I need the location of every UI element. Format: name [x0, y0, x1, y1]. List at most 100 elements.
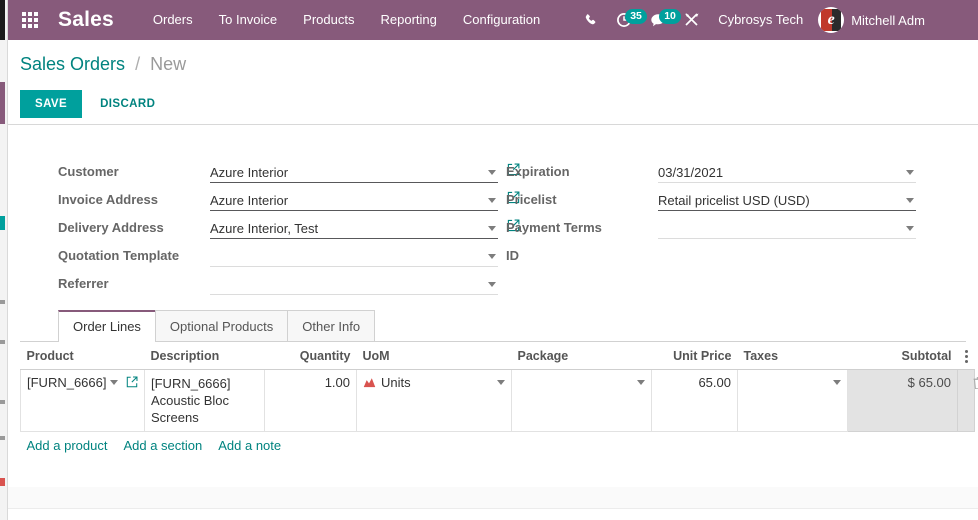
cell-description[interactable]: [FURN_6666] Acoustic Bloc Screens: [144, 369, 265, 432]
cell-uom[interactable]: Units: [356, 369, 512, 432]
notebook: Order Lines Optional Products Other Info…: [20, 310, 978, 459]
column-header-taxes: Taxes: [737, 342, 848, 370]
customer-value: Azure Interior: [210, 164, 289, 180]
menu-item-to-invoice[interactable]: To Invoice: [206, 0, 291, 40]
apps-menu-button[interactable]: [8, 0, 52, 40]
menu-item-configuration[interactable]: Configuration: [450, 0, 553, 40]
field-label-invoice-address: Invoice Address: [58, 192, 158, 207]
customer-input[interactable]: Azure Interior: [210, 162, 498, 183]
referrer-input[interactable]: [210, 274, 498, 295]
phone-icon: [583, 13, 598, 28]
form-group-left: Customer Azure Interior Invoice Address …: [58, 159, 520, 299]
cell-unit-price[interactable]: 65.00: [651, 369, 738, 432]
field-label-quotation-template: Quotation Template: [58, 248, 180, 263]
chevron-down-icon[interactable]: [488, 169, 496, 175]
order-lines-header-row: Product Description Quantity UoM Package…: [20, 342, 975, 370]
add-a-section-link[interactable]: Add a section: [123, 438, 202, 453]
gutter-dark-mark: [0, 0, 5, 40]
add-a-note-link[interactable]: Add a note: [218, 438, 281, 453]
add-a-product-link[interactable]: Add a product: [27, 438, 108, 453]
column-options-button[interactable]: [957, 342, 975, 370]
discard-button[interactable]: DISCARD: [88, 90, 167, 118]
phone-button[interactable]: [573, 0, 607, 40]
forecast-chart-icon[interactable]: [363, 376, 376, 391]
field-row-referrer: Referrer: [58, 271, 498, 299]
gutter-gray-mark: [0, 300, 5, 304]
messages-button[interactable]: 10: [641, 0, 681, 40]
quantity-value: 1.00: [324, 375, 350, 390]
cell-delete[interactable]: [957, 369, 978, 432]
chevron-down-icon[interactable]: [488, 225, 496, 231]
cell-subtotal: $ 65.00: [847, 369, 958, 432]
chevron-down-icon[interactable]: [906, 197, 914, 203]
avatar-letter: e: [827, 11, 835, 28]
navbar-systray: 35 10 Cybrosys Tech e Mitchell Adm: [573, 0, 925, 40]
id-value: [658, 246, 916, 267]
chevron-down-icon[interactable]: [488, 281, 496, 287]
chevron-down-icon[interactable]: [110, 380, 119, 385]
field-label-referrer: Referrer: [58, 276, 109, 291]
tab-optional-products[interactable]: Optional Products: [154, 310, 289, 341]
company-switcher[interactable]: Cybrosys Tech: [709, 0, 812, 40]
description-value: [FURN_6666] Acoustic Bloc Screens: [151, 376, 231, 425]
field-row-id: ID: [506, 243, 916, 271]
debug-menu-button[interactable]: [675, 0, 709, 40]
gutter-gray-mark: [0, 400, 5, 404]
app-brand-title[interactable]: Sales: [58, 8, 114, 32]
quotation-template-input[interactable]: [210, 246, 498, 267]
form-sheet: Customer Azure Interior Invoice Address …: [8, 125, 978, 520]
delivery-address-input[interactable]: Azure Interior, Test: [210, 218, 498, 239]
product-external-link-icon[interactable]: [126, 376, 138, 391]
column-header-uom: UoM: [356, 342, 512, 370]
add-links-cell: Add a product Add a section Add a note: [21, 432, 975, 460]
chevron-down-icon[interactable]: [488, 197, 496, 203]
chevron-down-icon[interactable]: [637, 380, 645, 385]
add-line-row: Add a product Add a section Add a note: [21, 432, 975, 460]
menu-item-reporting[interactable]: Reporting: [367, 0, 449, 40]
chevron-down-icon[interactable]: [906, 169, 914, 175]
field-label-customer: Customer: [58, 164, 119, 179]
cell-product[interactable]: [FURN_6666]: [20, 369, 145, 432]
chevron-down-icon[interactable]: [906, 225, 914, 231]
subtotal-value: $ 65.00: [907, 375, 951, 390]
order-lines-table: Product Description Quantity UoM Package…: [20, 342, 978, 460]
unit-price-value: 65.00: [698, 375, 731, 390]
field-label-id: ID: [506, 248, 519, 263]
table-row[interactable]: [FURN_6666] [FURN_6666] Acoustic Bloc Sc…: [20, 369, 978, 432]
tab-other-info[interactable]: Other Info: [287, 310, 376, 341]
avatar: e: [818, 7, 845, 33]
expiration-input[interactable]: 03/31/2021: [658, 162, 916, 183]
menu-item-orders[interactable]: Orders: [140, 0, 206, 40]
column-header-package: Package: [511, 342, 652, 370]
pricelist-input[interactable]: Retail pricelist USD (USD): [658, 190, 916, 211]
field-row-payment-terms: Payment Terms: [506, 215, 916, 243]
field-row-delivery-address: Delivery Address Azure Interior, Test: [58, 215, 520, 243]
chevron-down-icon[interactable]: [497, 380, 505, 385]
payment-terms-input[interactable]: [658, 218, 916, 239]
user-menu[interactable]: e Mitchell Adm: [812, 7, 925, 33]
pricelist-value: Retail pricelist USD (USD): [658, 192, 810, 208]
chevron-down-icon[interactable]: [488, 253, 496, 259]
chevron-down-icon[interactable]: [833, 380, 841, 385]
cell-quantity[interactable]: 1.00: [264, 369, 357, 432]
trash-icon[interactable]: [973, 376, 978, 392]
form-group-right: Expiration 03/31/2021 Pricelist Retail p…: [506, 159, 916, 271]
uom-value: Units: [381, 375, 411, 390]
breadcrumb-sales-orders[interactable]: Sales Orders: [20, 54, 125, 74]
sheet-bottom-band: [8, 487, 978, 509]
field-label-pricelist: Pricelist: [506, 192, 557, 207]
browser-left-gutter: [0, 0, 8, 520]
gutter-teal-mark: [0, 216, 5, 230]
activity-button[interactable]: 35: [607, 0, 647, 40]
cell-package[interactable]: [511, 369, 652, 432]
invoice-address-input[interactable]: Azure Interior: [210, 190, 498, 211]
column-header-subtotal: Subtotal: [847, 342, 958, 370]
column-header-product: Product: [20, 342, 145, 370]
form-fields-area: Customer Azure Interior Invoice Address …: [20, 125, 966, 310]
save-button[interactable]: SAVE: [20, 90, 83, 118]
delivery-address-value: Azure Interior, Test: [210, 220, 319, 236]
menu-item-products[interactable]: Products: [290, 0, 367, 40]
tab-order-lines[interactable]: Order Lines: [58, 310, 156, 342]
field-row-quotation-template: Quotation Template: [58, 243, 498, 271]
cell-taxes[interactable]: [737, 369, 848, 432]
